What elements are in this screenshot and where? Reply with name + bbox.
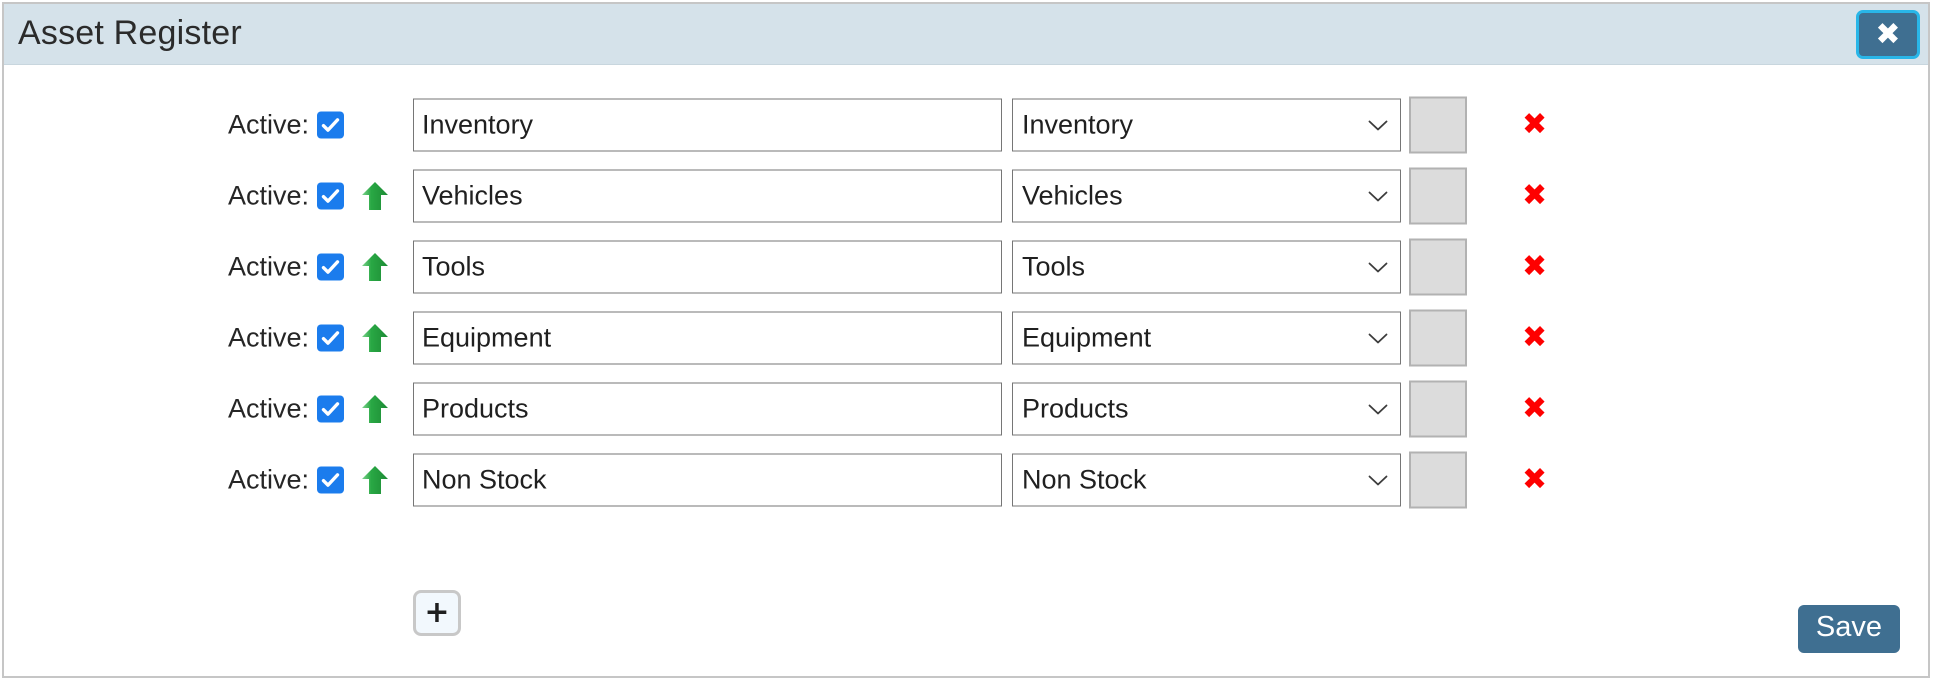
delete-row-icon[interactable]: ✖ [1522,109,1547,140]
color-swatch[interactable] [1409,380,1467,437]
move-up-icon[interactable] [361,465,389,495]
asset-type-value: Non Stock [1022,464,1147,494]
color-swatch[interactable] [1409,96,1467,153]
asset-name-input[interactable] [413,453,1002,506]
active-label: Active: [228,393,310,423]
chevron-down-icon [1368,261,1388,273]
table-row: Active: Tools Tools ✖ [4,231,1928,302]
asset-register-window: Asset Register ✖ Active: Inventory Inven… [2,2,1930,678]
delete-row-icon[interactable]: ✖ [1522,464,1547,495]
page-title: Asset Register [18,14,242,52]
asset-type-value: Inventory [1022,109,1134,139]
plus-icon: + [424,595,450,630]
active-checkbox[interactable] [317,466,344,493]
active-label: Active: [228,180,310,210]
move-up-icon[interactable] [361,181,389,211]
asset-type-select[interactable]: Products [1012,382,1401,435]
move-up-icon[interactable] [361,252,389,282]
asset-register-row-list: Active: Inventory Inventory ✖ Active: Ve… [4,89,1928,515]
asset-name-input[interactable] [413,98,1002,151]
active-checkbox[interactable] [317,324,344,351]
asset-type-select[interactable]: Tools [1012,240,1401,293]
color-swatch[interactable] [1409,167,1467,224]
asset-type-select[interactable]: Equipment [1012,311,1401,364]
color-swatch[interactable] [1409,238,1467,295]
asset-name-input[interactable] [413,311,1002,364]
asset-type-select[interactable]: Non Stock [1012,453,1401,506]
window-content: Active: Inventory Inventory ✖ Active: Ve… [4,65,1928,677]
asset-name-input[interactable] [413,382,1002,435]
chevron-down-icon [1368,332,1388,344]
close-icon: ✖ [1875,16,1901,52]
table-row: Active: Products Products ✖ [4,373,1928,444]
asset-type-value: Tools [1022,251,1086,281]
active-checkbox[interactable] [317,395,344,422]
color-swatch[interactable] [1409,451,1467,508]
table-row: Active: Equipment Equipment ✖ [4,302,1928,373]
close-button[interactable]: ✖ [1856,10,1920,59]
window-titlebar: Asset Register ✖ [4,4,1928,65]
active-checkbox[interactable] [317,111,344,138]
asset-type-select[interactable]: Vehicles [1012,169,1401,222]
save-button[interactable]: Save [1797,605,1900,653]
chevron-down-icon [1368,119,1388,131]
asset-name-input[interactable] [413,169,1002,222]
active-label: Active: [228,464,310,494]
asset-type-value: Equipment [1022,322,1152,352]
asset-type-value: Products [1022,393,1129,423]
active-checkbox[interactable] [317,253,344,280]
chevron-down-icon [1368,474,1388,486]
add-row-button[interactable]: + [413,590,461,636]
active-label: Active: [228,251,310,281]
asset-type-select[interactable]: Inventory [1012,98,1401,151]
delete-row-icon[interactable]: ✖ [1522,393,1547,424]
table-row: Active: Non Stock Non Stock ✖ [4,444,1928,515]
active-label: Active: [228,322,310,352]
chevron-down-icon [1368,190,1388,202]
color-swatch[interactable] [1409,309,1467,366]
active-label: Active: [228,109,310,139]
asset-type-value: Vehicles [1022,180,1123,210]
asset-name-input[interactable] [413,240,1002,293]
move-up-icon[interactable] [361,323,389,353]
delete-row-icon[interactable]: ✖ [1522,180,1547,211]
move-up-icon[interactable] [361,394,389,424]
active-checkbox[interactable] [317,182,344,209]
table-row: Active: Vehicles Vehicles ✖ [4,160,1928,231]
delete-row-icon[interactable]: ✖ [1522,251,1547,282]
delete-row-icon[interactable]: ✖ [1522,322,1547,353]
table-row: Active: Inventory Inventory ✖ [4,89,1928,160]
chevron-down-icon [1368,403,1388,415]
